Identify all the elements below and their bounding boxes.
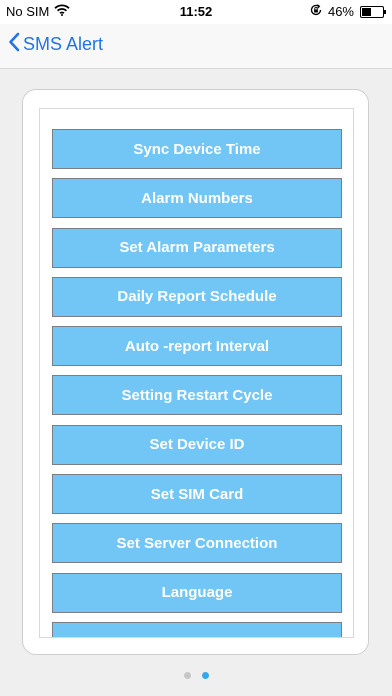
page-indicator[interactable] <box>0 672 392 679</box>
menu-scroll-area[interactable]: Sync Device Time Alarm Numbers Set Alarm… <box>39 108 354 638</box>
auto-report-interval-button[interactable]: Auto -report Interval <box>52 326 342 367</box>
menu-card: Sync Device Time Alarm Numbers Set Alarm… <box>22 89 369 655</box>
chevron-left-icon <box>8 32 20 57</box>
orientation-lock-icon <box>310 4 322 19</box>
page-dot-2[interactable] <box>201 672 209 679</box>
battery-level <box>362 7 372 16</box>
partially-visible-menu-button[interactable] <box>52 621 342 637</box>
set-alarm-parameters-button[interactable]: Set Alarm Parameters <box>52 227 342 268</box>
battery-percent: 46% <box>327 4 354 19</box>
alarm-numbers-button[interactable]: Alarm Numbers <box>52 178 342 219</box>
set-device-id-button[interactable]: Set Device ID <box>52 424 342 465</box>
setting-restart-cycle-button[interactable]: Setting Restart Cycle <box>52 375 342 416</box>
status-right: 46% <box>310 4 386 19</box>
daily-report-schedule-button[interactable]: Daily Report Schedule <box>52 276 342 317</box>
set-server-connection-button[interactable]: Set Server Connection <box>52 523 342 564</box>
back-button-label: SMS Alert <box>23 34 104 54</box>
status-bar: No SIM 11:52 46% <box>0 0 392 24</box>
battery-icon <box>360 5 386 18</box>
language-button[interactable]: Language <box>52 572 342 613</box>
navigation-bar: SMS Alert <box>0 24 392 69</box>
menu-list: Sync Device Time Alarm Numbers Set Alarm… <box>52 129 342 637</box>
set-sim-card-button[interactable]: Set SIM Card <box>52 474 342 515</box>
page-dot-1[interactable] <box>183 672 191 679</box>
back-button[interactable]: SMS Alert <box>8 32 103 57</box>
sync-device-time-button[interactable]: Sync Device Time <box>52 129 342 169</box>
